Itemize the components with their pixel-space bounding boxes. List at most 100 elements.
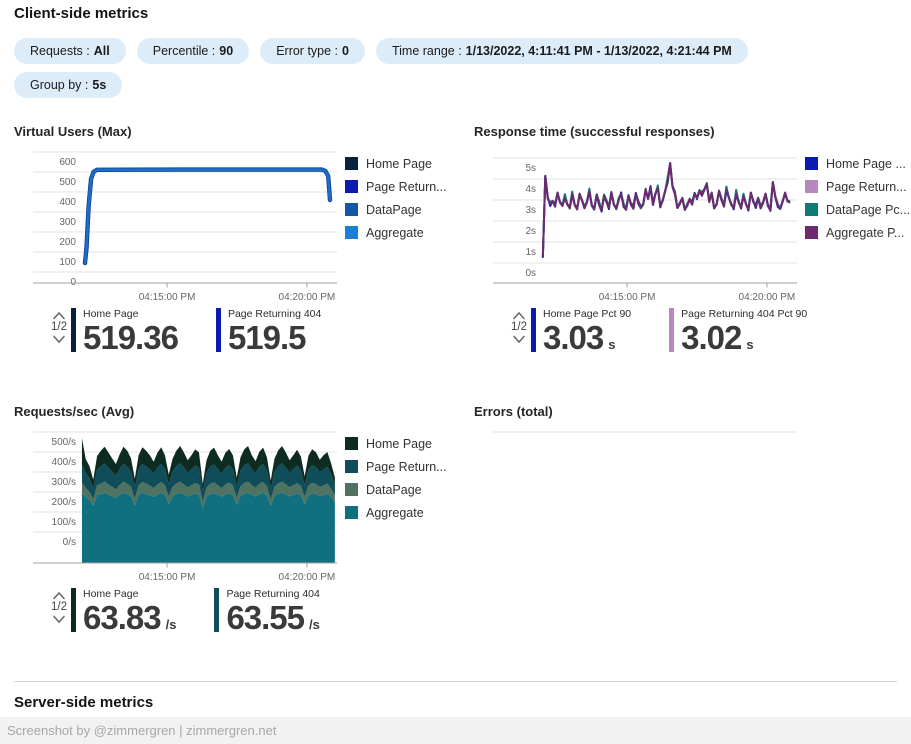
- legend-item-home-page[interactable]: Home Page: [345, 432, 447, 455]
- datapage-pc-swatch-icon: [805, 203, 818, 216]
- x-axis-label: 04:20:00 PM: [279, 292, 336, 303]
- legend-item-aggregate[interactable]: Aggregate: [345, 221, 447, 244]
- section-divider: [14, 681, 897, 682]
- legend-label: Aggregate: [366, 225, 424, 240]
- watermark-footer: Screenshot by @zimmergren | zimmergren.n…: [0, 717, 911, 744]
- legend-item-aggregate-p[interactable]: Aggregate P...: [805, 221, 910, 244]
- metric-home-page: Home Page 519.36: [71, 308, 179, 356]
- metric-number: 3.03: [543, 319, 604, 356]
- virtual-users-metrics: 1/2 Home Page 519.36 Page Returning 404 519.…: [48, 308, 321, 354]
- legend-label: DataPage: [366, 202, 422, 217]
- filter-pill-error-type[interactable]: Error type : 0: [260, 38, 365, 64]
- metric-page-returning-404: Page Returning 404 519.5: [215, 308, 321, 354]
- pager-down-button[interactable]: [51, 334, 67, 345]
- down-chevron-icon: [53, 335, 65, 344]
- panel-virtual-users: Virtual Users (Max)600500400300200100004…: [14, 124, 460, 380]
- y-axis-label: 0/s: [63, 537, 76, 548]
- filter-pill-group-by[interactable]: Group by : 5s: [14, 72, 123, 98]
- y-axis-label: 3s: [525, 205, 536, 216]
- legend-item-datapage[interactable]: DataPage: [345, 478, 447, 501]
- metric-color-bar: [215, 308, 221, 352]
- aggregate-swatch-icon: [345, 506, 358, 519]
- filter-pill-value: 1/13/2022, 4:11:41 PM - 1/13/2022, 4:21:…: [465, 44, 732, 58]
- metric-text: Home Page 519.36: [83, 308, 179, 356]
- legend-item-page-return[interactable]: Page Return...: [805, 175, 910, 198]
- legend-item-page-return[interactable]: Page Return...: [345, 455, 447, 478]
- filter-pill-value: 5s: [92, 78, 107, 92]
- y-axis-label: 500: [59, 177, 76, 188]
- server-side-metrics-title: Server-side metrics: [14, 694, 154, 711]
- metric-unit: s: [608, 337, 616, 352]
- metric-value: 63.55/s: [226, 601, 319, 641]
- metric-number: 519.36: [83, 319, 179, 356]
- legend-item-home-page[interactable]: Home Page: [345, 152, 447, 175]
- metric-text: Page Returning 404 Pct 90 3.02 s: [681, 308, 807, 361]
- page-return-swatch-icon: [805, 180, 818, 193]
- area-aggregate: [81, 492, 335, 563]
- legend-item-datapage-pc[interactable]: DataPage Pc...: [805, 198, 910, 221]
- series-home-page-pct-90: [541, 162, 791, 258]
- filter-pill-requests[interactable]: Requests : All: [14, 38, 126, 64]
- pager-up-button[interactable]: [51, 310, 67, 321]
- legend-item-page-return[interactable]: Page Return...: [345, 175, 447, 198]
- x-axis-label: 04:15:00 PM: [139, 292, 196, 303]
- filter-pill-time-range[interactable]: Time range : 1/13/2022, 4:11:41 PM - 1/1…: [375, 38, 748, 64]
- x-axis-label: 04:15:00 PM: [139, 572, 196, 583]
- filter-pills: Requests : All Percentile : 90 Error type …: [14, 38, 899, 106]
- metric-value: 3.02 s: [681, 321, 807, 361]
- response-time-chart: 5s 4s 3s 2s 1s 0s 04:15:00 PM 04:20:00 PM: [493, 157, 797, 303]
- aggregate-p-swatch-icon: [805, 226, 818, 239]
- panel-requests-per-sec: Requests/sec (Avg) 500/s 400/s 300/s 200/s 10…: [14, 404, 460, 660]
- metric-home-page: Home Page 63.83/s: [71, 588, 176, 641]
- y-axis-label: 4s: [525, 184, 536, 195]
- series-page-returning-404: [82, 167, 333, 266]
- metric-text: Home Page 63.83/s: [83, 588, 176, 641]
- datapage-swatch-icon: [345, 483, 358, 496]
- y-axis-label: 100/s: [52, 517, 76, 528]
- metric-text: Page Returning 404 519.5: [228, 308, 321, 354]
- legend-label: Home Page: [366, 156, 433, 171]
- aggregate-swatch-icon: [345, 226, 358, 239]
- metric-number: 63.83: [83, 599, 162, 636]
- down-chevron-icon: [513, 335, 525, 344]
- pager-down-button[interactable]: [51, 614, 67, 625]
- series-aggregate-pct-90: [541, 162, 791, 257]
- pager-page-indicator: 1/2: [51, 321, 67, 333]
- metric-text: Home Page Pct 90 3.03 s: [543, 308, 631, 361]
- metric-value: 519.36: [83, 319, 179, 356]
- metric-value: 519.5: [228, 321, 321, 354]
- metric-page-returning-404-pct-90: Page Returning 404 Pct 90 3.02 s: [669, 308, 807, 361]
- metric-number: 519.5: [227, 319, 307, 356]
- requests-per-sec-title: Requests/sec (Avg): [14, 404, 135, 419]
- legend-label: DataPage: [366, 482, 422, 497]
- page-title: Client-side metrics: [14, 5, 149, 22]
- metrics-pager: 1/2: [508, 310, 530, 345]
- up-chevron-icon: [53, 591, 65, 600]
- y-axis-label: 200: [59, 237, 76, 248]
- response-time-title: Response time (successful responses): [474, 124, 715, 139]
- legend-item-aggregate[interactable]: Aggregate: [345, 501, 447, 524]
- filter-pill-percentile[interactable]: Percentile : 90: [136, 38, 250, 64]
- filter-pill-row: Requests : All Percentile : 90 Error type …: [14, 38, 899, 64]
- page-return-swatch-icon: [345, 460, 358, 473]
- legend-label: Aggregate P...: [826, 225, 905, 240]
- metric-home-page-pct-90: Home Page Pct 90 3.03 s: [531, 308, 631, 361]
- legend-item-datapage[interactable]: DataPage: [345, 198, 447, 221]
- pager-down-button[interactable]: [511, 334, 527, 345]
- pager-up-button[interactable]: [51, 590, 67, 601]
- metric-color-bar: [71, 588, 76, 632]
- y-axis-label: 600: [59, 157, 76, 168]
- y-axis-label: 5s: [525, 163, 536, 174]
- filter-pill-label: Time range :: [391, 44, 462, 58]
- pager-page-indicator: 1/2: [511, 321, 527, 333]
- pager-up-button[interactable]: [511, 310, 527, 321]
- metric-text: Page Returning 404 63.55/s: [226, 588, 319, 641]
- metric-color-bar: [669, 308, 675, 352]
- watermark-text: Screenshot by @zimmergren | zimmergren.n…: [7, 723, 277, 738]
- filter-pill-value: 90: [219, 44, 234, 58]
- metric-color-bar: [71, 308, 76, 352]
- page-return-swatch-icon: [345, 180, 358, 193]
- down-chevron-icon: [53, 615, 65, 624]
- home-page-swatch-icon: [345, 157, 358, 170]
- legend-item-home-page[interactable]: Home Page ...: [805, 152, 910, 175]
